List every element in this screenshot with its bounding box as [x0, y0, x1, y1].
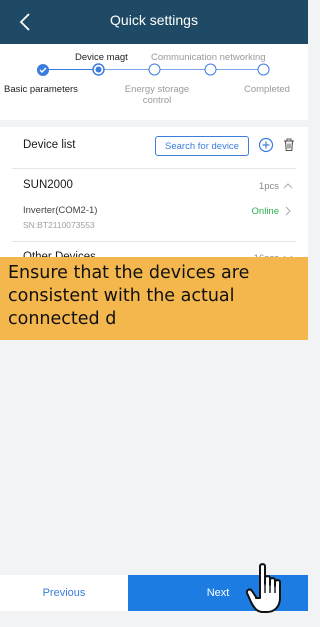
step-connector [98, 69, 263, 70]
device-status: Online [251, 206, 279, 217]
step-label-completed: Completed [244, 84, 290, 95]
previous-button[interactable]: Previous [0, 575, 128, 611]
device-list-card: Device list Search for device SUN2000 1p… [0, 127, 308, 274]
page-title: Quick settings [110, 12, 198, 28]
step-pending-icon [148, 63, 161, 76]
group-row-sun2000[interactable]: SUN2000 1pcs [0, 171, 308, 199]
device-list-title: Device list [23, 139, 76, 151]
step-pending-icon [204, 63, 217, 76]
add-circle-icon[interactable] [258, 137, 274, 153]
trash-icon[interactable] [281, 137, 297, 153]
group-name: SUN2000 [23, 179, 73, 191]
step-label-communication: Communication networking [151, 52, 266, 63]
divider [12, 168, 296, 169]
device-row[interactable]: Inverter(COM2-1) SN:BT2110073553 Online [0, 199, 308, 237]
divider [12, 241, 296, 242]
step-connector [43, 69, 98, 70]
device-sn: SN:BT2110073553 [23, 220, 95, 230]
search-device-button[interactable]: Search for device [155, 136, 249, 156]
device-name: Inverter(COM2-1) [23, 205, 98, 216]
step-active-icon [92, 63, 105, 76]
hand-pointer-icon [246, 563, 281, 613]
step-pending-icon [257, 63, 270, 76]
step-label-device-magt: Device magt [75, 52, 128, 63]
progress-stepper: Device magt Communication networking Bas… [0, 44, 308, 120]
step-label-basic: Basic parameters [4, 84, 78, 95]
step-label-energy: Energy storage control [124, 84, 190, 106]
app-header: Quick settings [0, 0, 308, 44]
device-list-header: Device list Search for device [0, 127, 308, 164]
chevron-up-icon [283, 183, 293, 189]
step-done-icon [37, 64, 49, 76]
group-count: 1pcs [258, 181, 279, 192]
chevron-right-icon [285, 206, 291, 216]
instruction-tooltip: Ensure that the devices are consistent w… [0, 257, 308, 340]
